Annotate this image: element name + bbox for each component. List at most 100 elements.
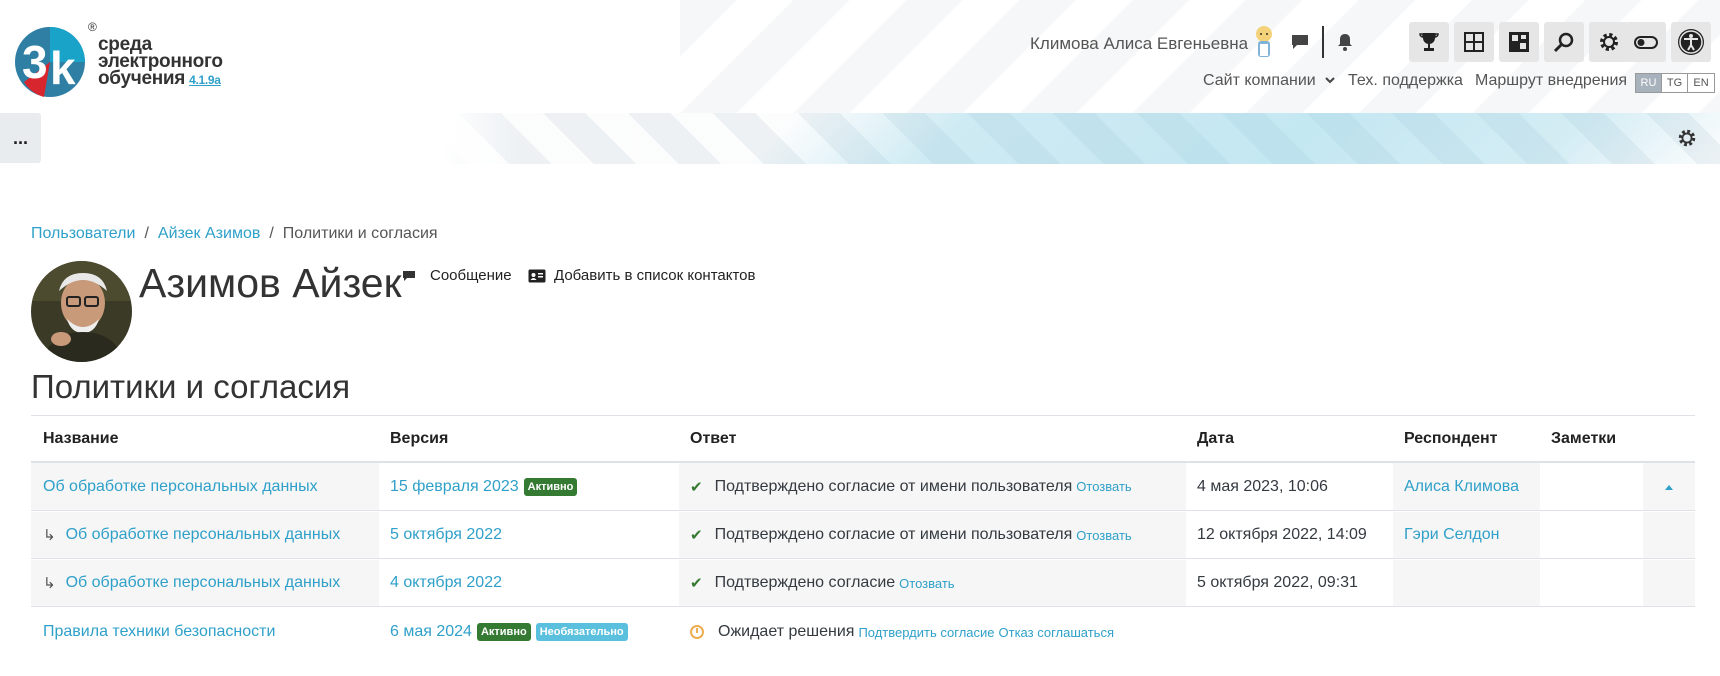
row-name-cell: ↳ Об обработке персональных данных <box>31 512 379 558</box>
current-user-name[interactable]: Климова Алиса Евгеньевна <box>1030 34 1248 54</box>
breadcrumb-separator: / <box>144 225 149 242</box>
collapse-toggle[interactable] <box>1643 463 1695 510</box>
lang-ru[interactable]: RU <box>1636 74 1662 92</box>
messages-icon[interactable] <box>1288 30 1312 54</box>
site-header: 3 k ® среда электронного обучения 4.1.9a … <box>0 0 1720 113</box>
gear-icon[interactable] <box>1676 127 1698 149</box>
nav-support[interactable]: Тех. поддержка <box>1348 72 1463 90</box>
logo-text: среда электронного обучения 4.1.9a <box>98 35 223 89</box>
logo-version[interactable]: 4.1.9a <box>189 73 221 87</box>
profile-avatar <box>31 261 132 362</box>
drawer-menu-button[interactable]: ... <box>0 113 41 163</box>
search-button[interactable] <box>1544 22 1584 62</box>
answer-text: Ожидает решения <box>718 623 855 640</box>
svg-text:3: 3 <box>22 36 48 88</box>
row-date-cell: 5 октября 2022, 09:31 <box>1197 574 1358 591</box>
nav-company-site-label: Сайт компании <box>1203 72 1316 89</box>
lang-en[interactable]: EN <box>1688 74 1714 92</box>
settings-button[interactable] <box>1589 22 1629 62</box>
site-logo[interactable]: 3 k ® среда электронного обучения 4.1.9a <box>14 20 224 104</box>
logo-registered-mark: ® <box>88 20 97 34</box>
row-answer-cell: ✔ Подтверждено согласие Отозвать <box>679 560 1186 606</box>
trophy-icon <box>1419 33 1439 51</box>
send-message-button[interactable]: Сообщение <box>402 267 512 284</box>
theme-toggle-button[interactable] <box>1626 22 1666 62</box>
accessibility-icon <box>1678 29 1704 55</box>
dashboard-button[interactable] <box>1454 22 1494 62</box>
row-respondent-cell <box>1393 560 1540 606</box>
banner-fade <box>0 113 520 164</box>
section-title: Политики и согласия <box>31 368 351 405</box>
row-version-cell: 15 февраля 2023 Активно <box>379 463 679 510</box>
chevron-down-icon <box>1325 77 1335 84</box>
breadcrumb-users[interactable]: Пользователи <box>31 225 135 242</box>
check-icon: ✔ <box>690 527 703 544</box>
row-notes-cell <box>1540 512 1643 558</box>
revoke-link[interactable]: Отозвать <box>1076 528 1131 543</box>
col-date[interactable]: Дата <box>1197 430 1234 448</box>
profile-name: Азимов Айзек <box>139 260 402 306</box>
row-notes-cell <box>1540 608 1643 656</box>
child-arrow-icon: ↳ <box>43 527 56 544</box>
version-link[interactable]: 4 октября 2022 <box>390 574 502 592</box>
row-date-cell: 12 октября 2022, 14:09 <box>1197 526 1367 543</box>
gear-icon <box>1600 33 1618 51</box>
row-version-cell: 5 октября 2022 <box>379 512 679 558</box>
caret-up-icon <box>1665 484 1673 490</box>
nav-company-site[interactable]: Сайт компании <box>1203 72 1336 90</box>
logo-mark-icon: 3 k <box>15 27 85 97</box>
policy-link[interactable]: Об обработке персональных данных <box>66 574 341 592</box>
row-respondent-cell: Гэри Селдон <box>1393 512 1540 558</box>
accept-consent-link[interactable]: Подтвердить согласие <box>858 625 994 640</box>
message-icon <box>403 270 415 281</box>
notifications-bell-icon[interactable] <box>1333 30 1357 54</box>
user-avatar[interactable] <box>1250 24 1278 60</box>
logo-line-3: обучения <box>98 68 186 89</box>
respondent-link[interactable]: Гэри Селдон <box>1404 526 1499 544</box>
col-version[interactable]: Версия <box>390 430 448 448</box>
col-name[interactable]: Название <box>43 430 119 448</box>
check-icon: ✔ <box>690 575 703 592</box>
respondent-link[interactable]: Алиса Климова <box>1404 478 1519 496</box>
breadcrumb: Пользователи / Айзек Азимов / Политики и сог… <box>31 225 438 243</box>
row-date-cell <box>1186 608 1393 656</box>
puzzle-button[interactable] <box>1499 22 1539 62</box>
row-version-cell: 4 октября 2022 <box>379 560 679 606</box>
version-link[interactable]: 5 октября 2022 <box>390 526 502 544</box>
answer-text: Подтверждено согласие <box>714 574 896 591</box>
accessibility-button[interactable] <box>1671 22 1711 62</box>
send-message-label: Сообщение <box>430 267 512 284</box>
version-link[interactable]: 15 февраля 2023 <box>390 478 519 496</box>
col-notes[interactable]: Заметки <box>1551 430 1616 448</box>
breadcrumb-separator: / <box>269 225 274 242</box>
policy-link[interactable]: Правила техники безопасности <box>43 623 275 641</box>
dashboard-icon <box>1464 32 1484 52</box>
policy-link[interactable]: Об обработке персональных данных <box>43 478 318 496</box>
clock-icon <box>690 625 704 639</box>
nav-route[interactable]: Маршрут внедрения <box>1475 72 1627 90</box>
lang-tg[interactable]: TG <box>1662 74 1688 92</box>
status-badge: Активно <box>476 623 531 641</box>
version-link[interactable]: 6 мая 2024 <box>390 623 472 641</box>
decline-consent-link[interactable]: Отказ соглашаться <box>999 625 1114 640</box>
address-card-icon <box>528 269 546 282</box>
check-icon: ✔ <box>690 478 703 496</box>
language-switcher: RU TG EN <box>1635 73 1715 93</box>
revoke-link[interactable]: Отозвать <box>899 576 954 591</box>
policy-link[interactable]: Об обработке персональных данных <box>66 526 341 544</box>
col-answer[interactable]: Ответ <box>690 430 736 448</box>
row-respondent-cell: Алиса Климова <box>1393 463 1540 510</box>
table-row: Об обработке персональных данных 15 февр… <box>31 463 1695 511</box>
row-version-cell: 6 мая 2024 Активно Необязательно <box>379 608 679 656</box>
svg-text:k: k <box>50 42 76 94</box>
row-answer-cell: ✔ Подтверждено согласие от имени пользов… <box>679 463 1186 510</box>
add-contact-button[interactable]: Добавить в список контактов <box>528 267 755 284</box>
answer-text: Подтверждено согласие от имени пользоват… <box>714 477 1073 495</box>
child-arrow-icon: ↳ <box>43 575 56 592</box>
trophy-button[interactable] <box>1409 22 1449 62</box>
breadcrumb-user[interactable]: Айзек Азимов <box>158 225 260 242</box>
col-respondent[interactable]: Респондент <box>1404 430 1498 448</box>
row-toggle-cell <box>1643 512 1695 558</box>
revoke-link[interactable]: Отозвать <box>1076 479 1131 494</box>
row-toggle-cell <box>1643 560 1695 606</box>
